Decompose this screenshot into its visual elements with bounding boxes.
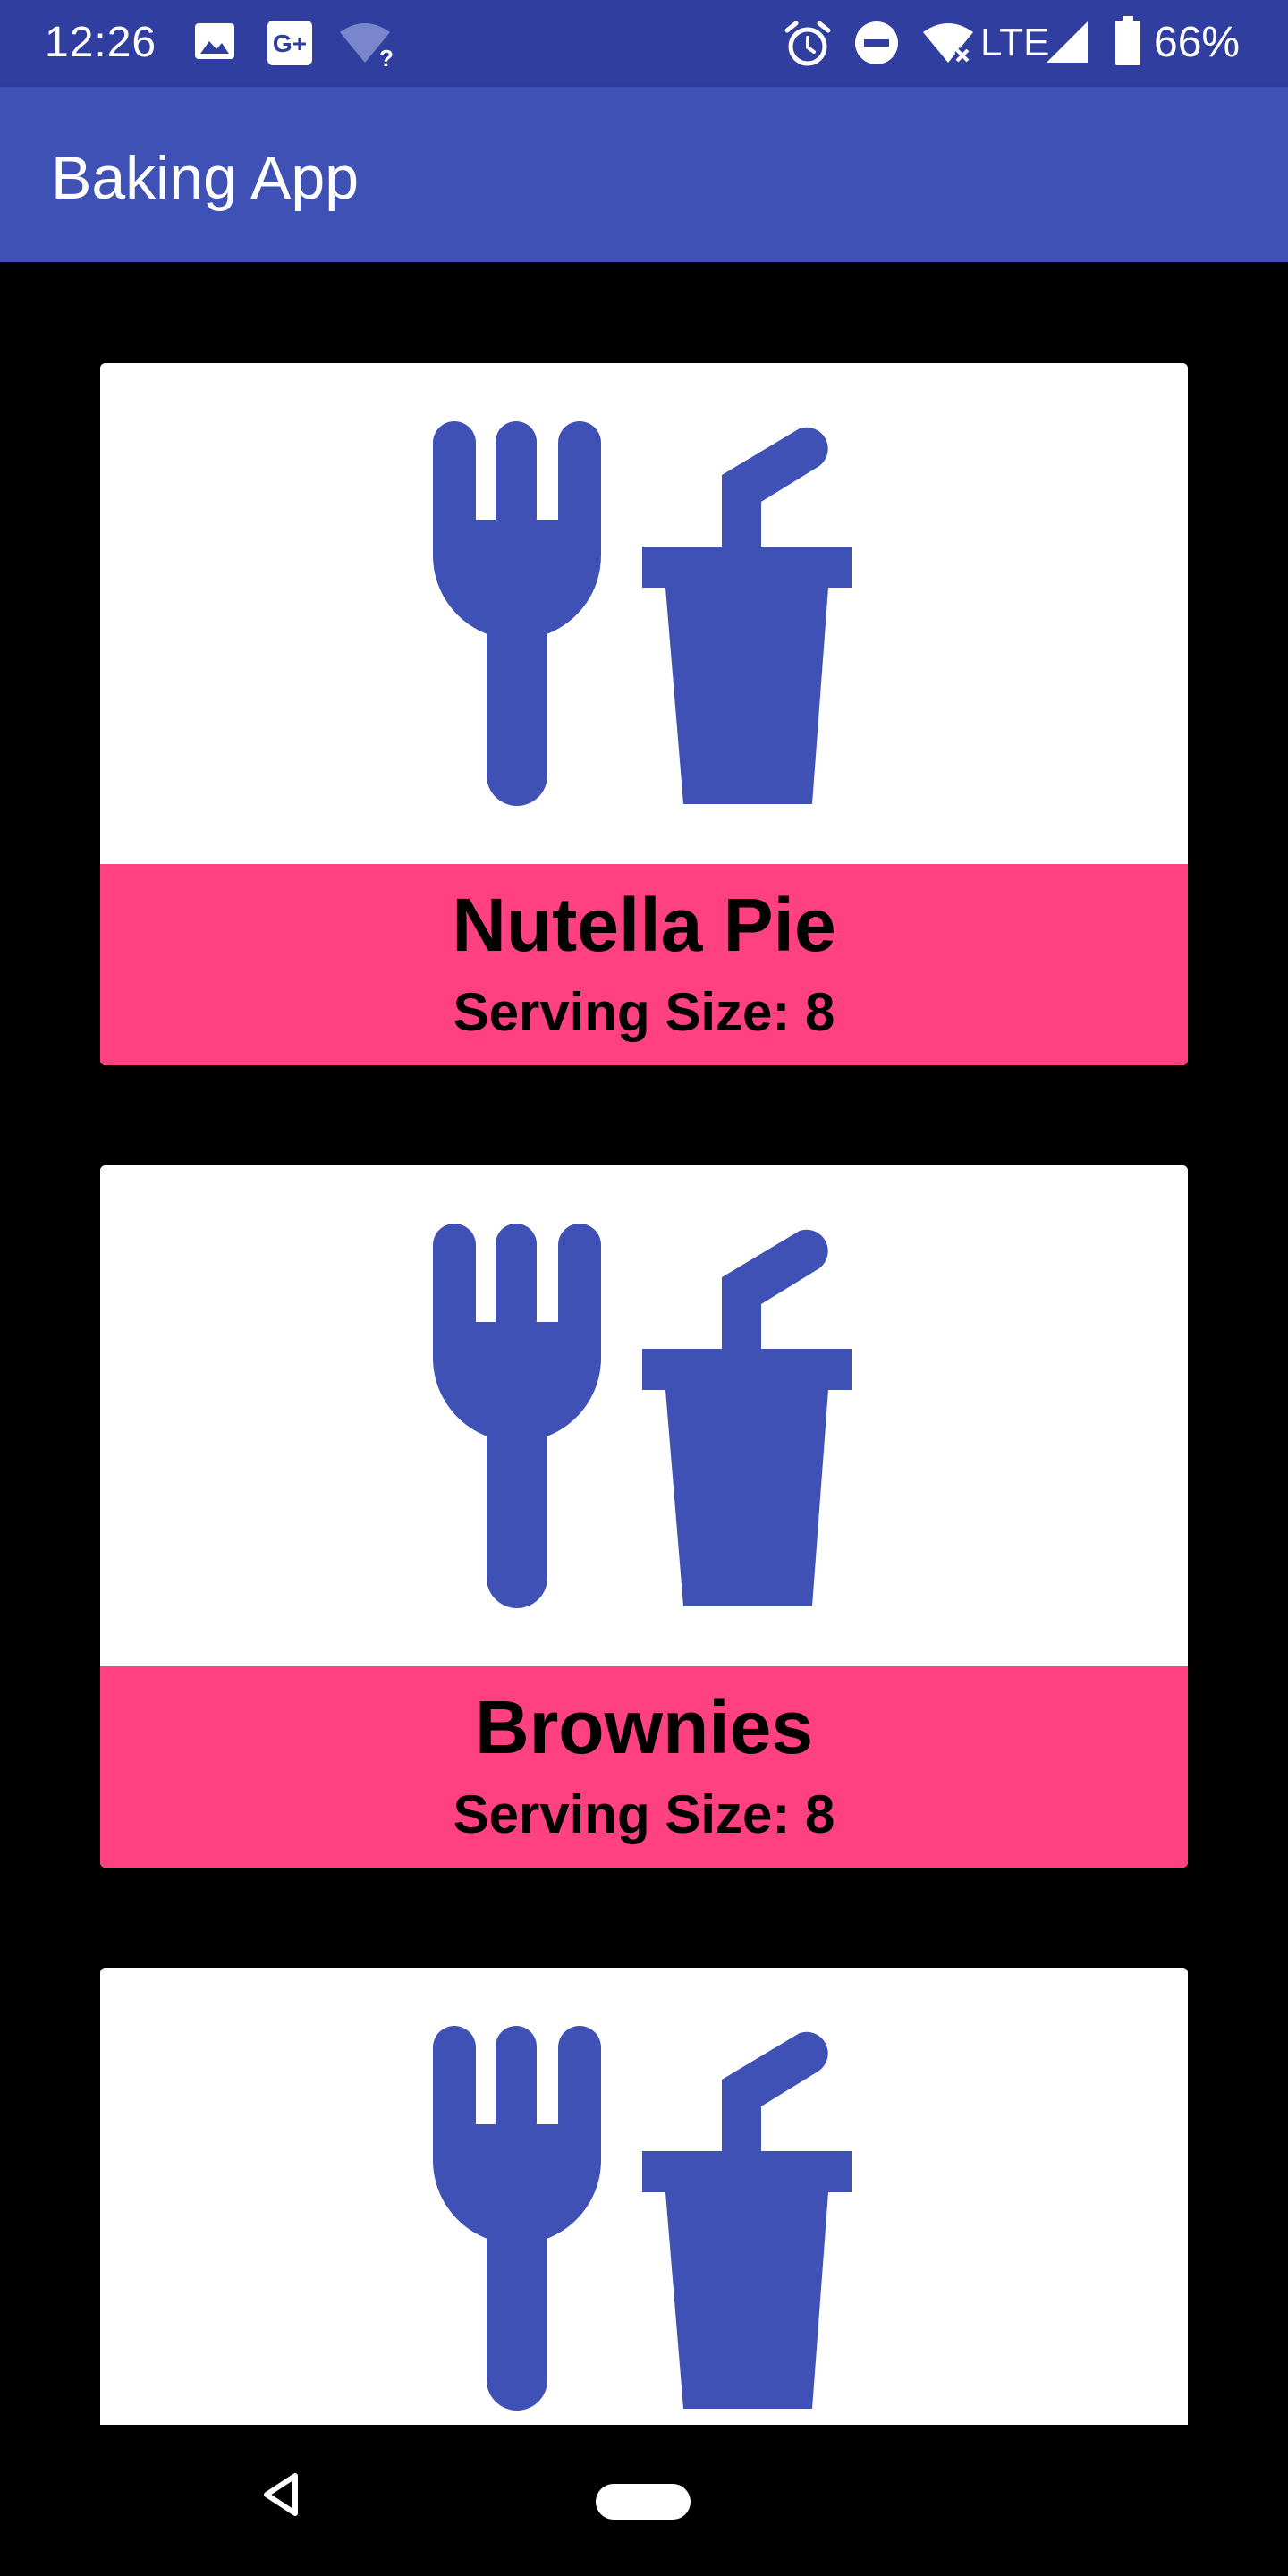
recipe-info: Brownies Serving Size: 8 [100,1666,1188,1868]
back-icon[interactable] [261,2472,301,2517]
recipe-list[interactable]: Nutella Pie Serving Size: 8 Brownies Ser… [0,262,1288,2425]
recipe-name: Nutella Pie [452,883,836,967]
recipe-card-partial[interactable] [100,1968,1188,2425]
fork-and-cup-icon [433,421,852,806]
fork-and-cup-icon [433,1224,852,1608]
google-plus-icon: G+ [267,21,312,65]
status-bar: 12:26 G+ ? LTE 66% [0,0,1288,87]
navigation-bar [0,2425,1288,2576]
wifi-unknown-icon: ? [340,23,394,68]
recipe-serving-size: Serving Size: 8 [453,982,835,1042]
home-pill[interactable] [596,2484,691,2520]
svg-text:?: ? [379,45,394,68]
app-bar: Baking App [0,87,1288,262]
image-icon [195,23,234,59]
recipe-info: Nutella Pie Serving Size: 8 [100,864,1188,1065]
recipe-card-nutella-pie[interactable]: Nutella Pie Serving Size: 8 [100,363,1188,1065]
alarm-icon [784,21,831,66]
recipe-name: Brownies [474,1685,814,1769]
status-time: 12:26 [45,19,157,66]
do-not-disturb-icon [855,21,898,64]
svg-text:G+: G+ [273,30,307,57]
app-title: Baking App [51,144,360,212]
recipe-serving-size: Serving Size: 8 [453,1784,835,1844]
recipe-image [100,1165,1188,1666]
fork-and-cup-icon [433,2026,852,2411]
battery-icon [1115,16,1140,65]
recipe-image [100,1968,1188,2425]
network-type: LTE [980,21,1050,64]
recipe-image [100,363,1188,864]
recipe-card-brownies[interactable]: Brownies Serving Size: 8 [100,1165,1188,1868]
signal-icon [1046,21,1088,63]
wifi-icon [923,23,973,64]
battery-percent: 66% [1154,19,1241,66]
